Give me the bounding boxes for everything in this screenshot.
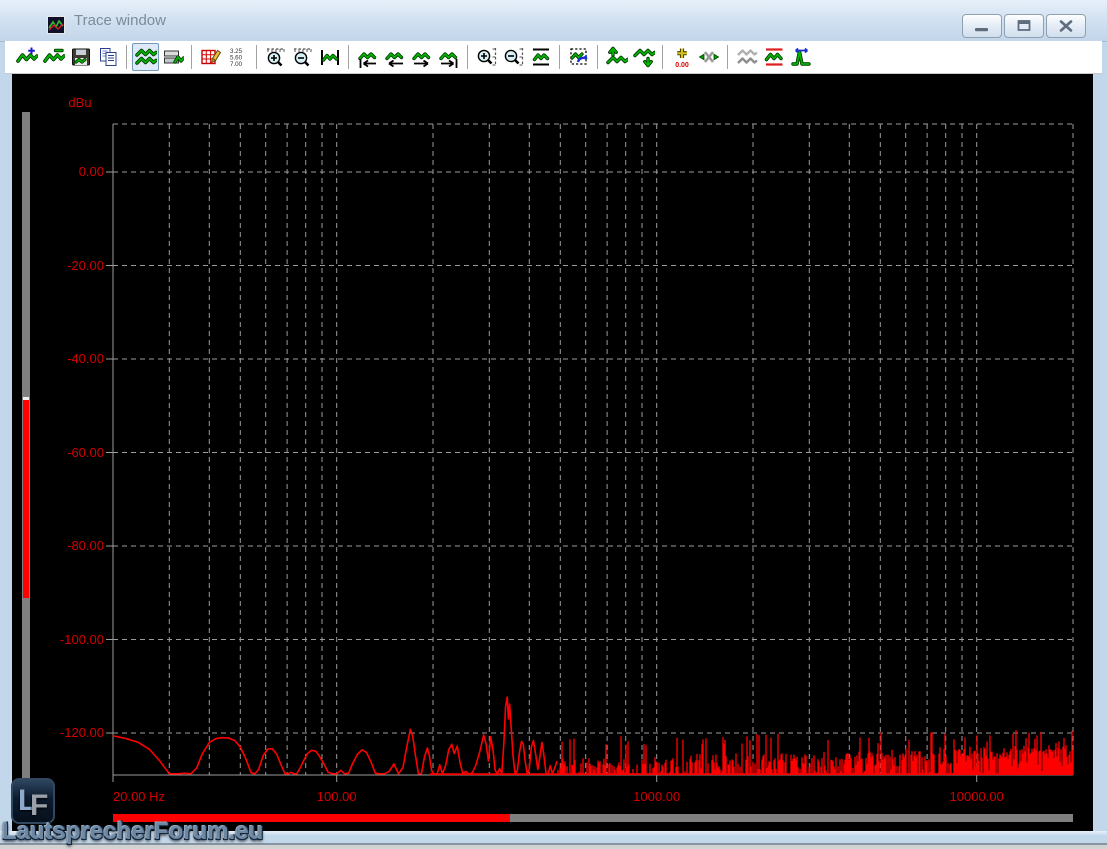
- compare-curves-button: [733, 43, 760, 71]
- zoom-out-y-button[interactable]: [500, 43, 527, 71]
- x-tick-label: 10000.00: [917, 789, 1037, 804]
- zoom-selection-icon: [568, 46, 590, 68]
- toolbar-separator: [256, 45, 257, 69]
- y-axis-unit-label: dBu: [60, 95, 100, 110]
- add-curve-button[interactable]: [13, 43, 40, 71]
- shift-down-icon: [633, 46, 655, 68]
- watermark-text: LautsprecherForum.eu: [2, 818, 263, 846]
- remove-curve-button[interactable]: [40, 43, 67, 71]
- time-markers-icon: [790, 46, 812, 68]
- svg-text:0.00: 0.00: [675, 62, 689, 68]
- remove-curve-icon: [43, 46, 65, 68]
- y-tick-label: 0.00: [46, 164, 104, 179]
- zoom-in-x-button[interactable]: [262, 43, 289, 71]
- curve-manager-icon: [162, 46, 184, 68]
- compare-curves-icon: [736, 46, 758, 68]
- cursor-readout-icon: 0.00: [671, 46, 693, 68]
- fit-y-button[interactable]: [527, 43, 554, 71]
- app-icon: [47, 16, 65, 34]
- restore-button[interactable]: [1004, 14, 1044, 38]
- y-tick-label: -20.00: [46, 258, 104, 273]
- shift-up-icon: [606, 46, 628, 68]
- zoom-in-x-icon: [265, 46, 287, 68]
- toolbar-separator: [467, 45, 468, 69]
- save-curve-button[interactable]: [67, 43, 94, 71]
- value-table-icon: 3.255.607.00: [227, 46, 249, 68]
- fit-y-icon: [530, 46, 552, 68]
- scroll-left-icon: [384, 46, 406, 68]
- toolbar-separator: [126, 45, 127, 69]
- shift-down-button[interactable]: [630, 43, 657, 71]
- x-tick-label: 100.00: [277, 789, 397, 804]
- plot-area[interactable]: [12, 74, 1093, 831]
- save-curve-icon: [70, 46, 92, 68]
- zoom-in-y-icon: [476, 46, 498, 68]
- x-tick-label: 20.00 Hz: [113, 789, 165, 804]
- zoom-in-y-button[interactable]: [473, 43, 500, 71]
- scroll-right-end-button[interactable]: [435, 43, 462, 71]
- y-tick-label: -80.00: [46, 538, 104, 553]
- svg-text:7.00: 7.00: [230, 61, 243, 68]
- scroll-right-icon: [411, 46, 433, 68]
- y-tick-label: -40.00: [46, 351, 104, 366]
- edit-parameters-icon: [200, 46, 222, 68]
- overlay-curves-icon: [135, 46, 157, 68]
- value-table-button[interactable]: 3.255.607.00: [224, 43, 251, 71]
- zoom-selection-button[interactable]: [565, 43, 592, 71]
- zoom-out-x-icon: [292, 46, 314, 68]
- cursor-off-icon: [698, 46, 720, 68]
- fit-x-icon: [319, 46, 341, 68]
- shift-up-button[interactable]: [603, 43, 630, 71]
- toolbar-separator: [662, 45, 663, 69]
- x-tick-label: 1000.00: [597, 789, 717, 804]
- toolbar-separator: [597, 45, 598, 69]
- y-tick-label: -60.00: [46, 445, 104, 460]
- zoom-out-y-icon: [503, 46, 525, 68]
- cursor-readout-button[interactable]: 0.00: [668, 43, 695, 71]
- edit-parameters-button[interactable]: [197, 43, 224, 71]
- cursor-off-button[interactable]: [695, 43, 722, 71]
- overlay-curves-button[interactable]: [132, 43, 159, 71]
- y-tick-label: -100.00: [46, 632, 104, 647]
- zoom-out-x-button[interactable]: [289, 43, 316, 71]
- scroll-right-button[interactable]: [408, 43, 435, 71]
- limit-lines-icon: [763, 46, 785, 68]
- toolbar-separator: [348, 45, 349, 69]
- trace-window: { "window": { "title": "Trace window", "…: [0, 0, 1107, 849]
- window-title: Trace window: [74, 0, 166, 41]
- curve-manager-button[interactable]: [159, 43, 186, 71]
- copy-curve-button[interactable]: [94, 43, 121, 71]
- scroll-left-end-button[interactable]: [354, 43, 381, 71]
- copy-curve-icon: [97, 46, 119, 68]
- scroll-right-end-icon: [438, 46, 460, 68]
- vertical-range-fill[interactable]: [23, 400, 29, 598]
- toolbar-separator: [559, 45, 560, 69]
- time-markers-button[interactable]: [787, 43, 814, 71]
- limit-lines-button[interactable]: [760, 43, 787, 71]
- titlebar: Trace window: [0, 0, 1107, 42]
- add-curve-icon: [16, 46, 38, 68]
- minimize-button[interactable]: [962, 14, 1002, 38]
- close-button[interactable]: [1046, 14, 1086, 38]
- toolbar-separator: [727, 45, 728, 69]
- toolbar-separator: [191, 45, 192, 69]
- scroll-left-end-icon: [357, 46, 379, 68]
- scroll-left-button[interactable]: [381, 43, 408, 71]
- toolbar: 3.255.607.00 0.00: [5, 41, 1102, 74]
- y-tick-label: -120.00: [46, 725, 104, 740]
- fit-x-button[interactable]: [316, 43, 343, 71]
